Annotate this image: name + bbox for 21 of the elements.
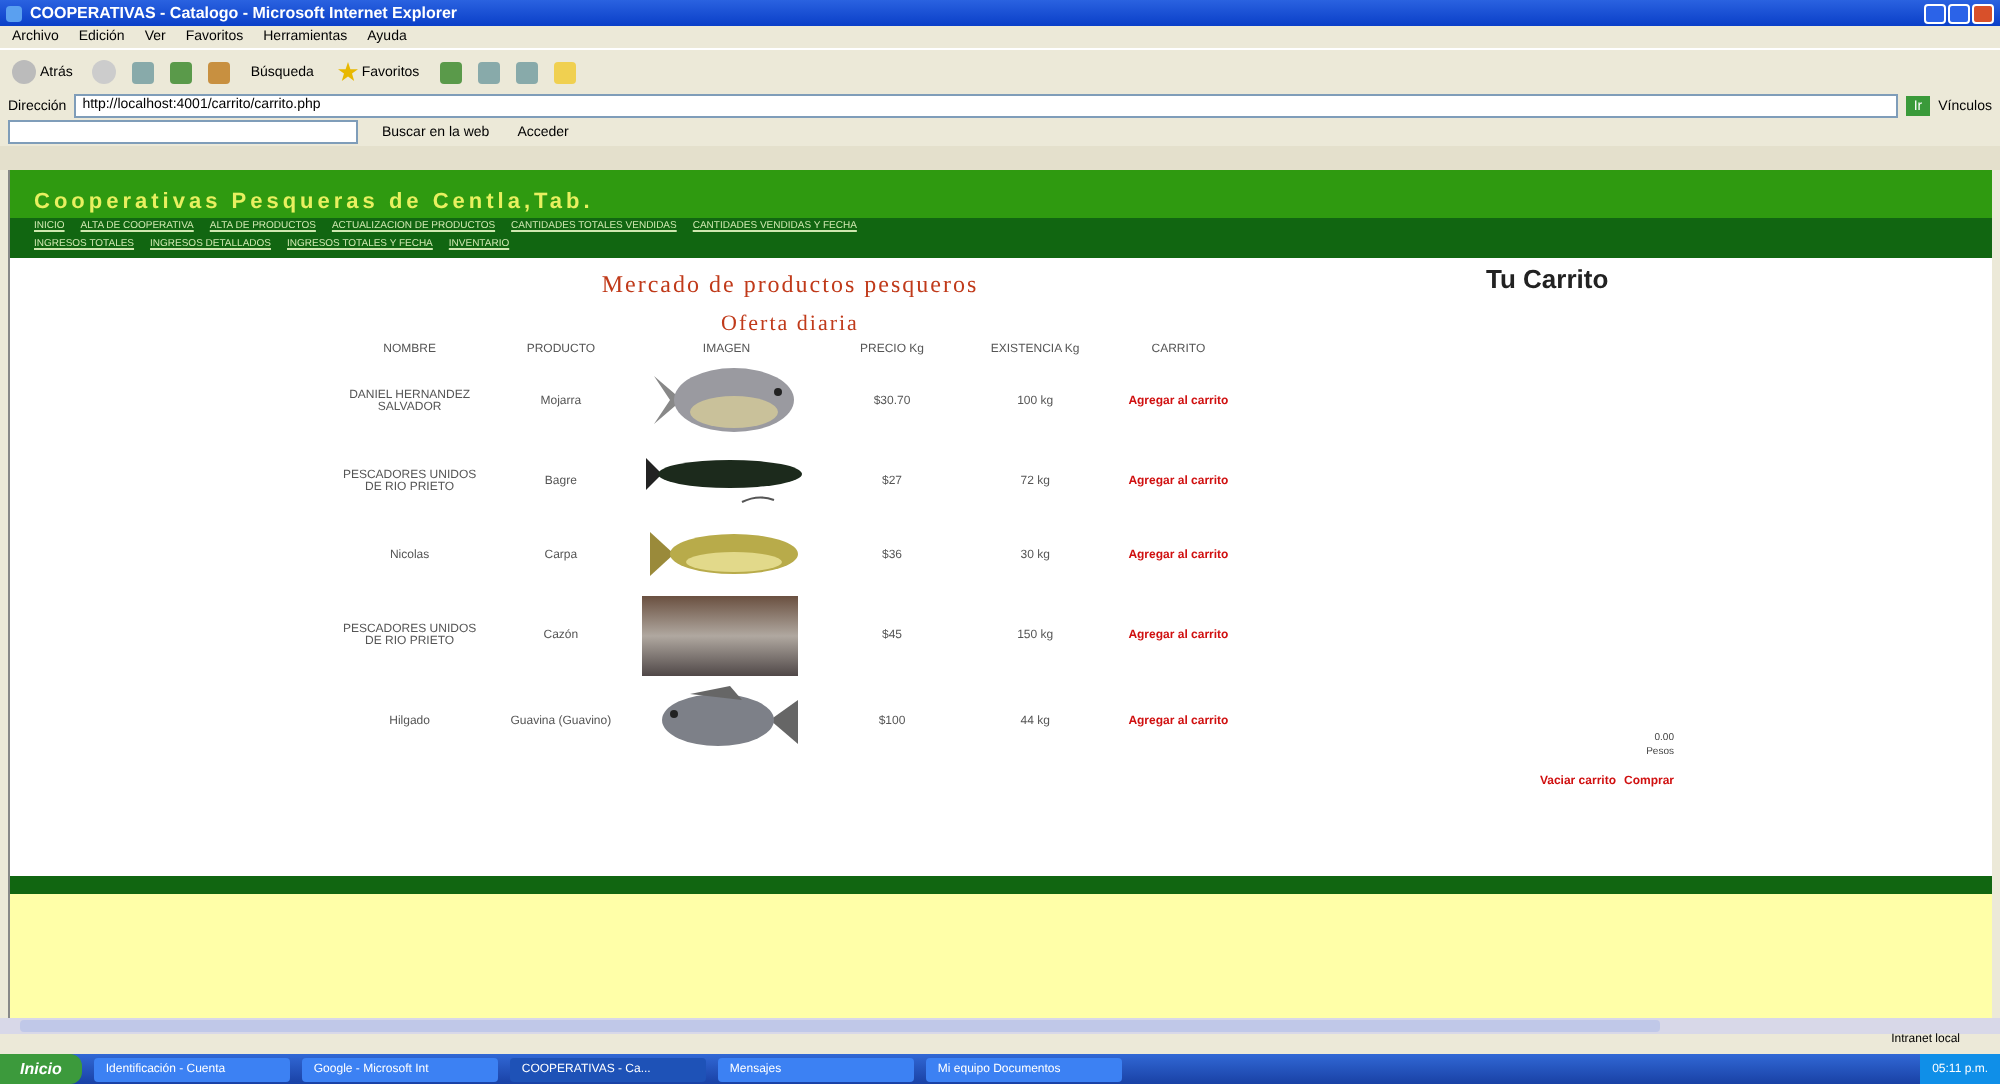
site-title: Cooperativas Pesqueras de Centla,Tab. [34,190,596,214]
folder-icon[interactable] [553,61,576,83]
cart-title: Tu Carrito [1486,264,1609,294]
horizontal-scrollbar[interactable] [0,1018,2000,1034]
home-icon[interactable] [208,61,231,83]
window-title: COOPERATIVAS - Catalogo - Microsoft Internet Explorer [30,4,459,22]
close-button[interactable] [1972,3,1994,23]
star-icon [337,62,358,82]
refresh-icon[interactable] [170,61,193,83]
market-title: Mercado de productos pesqueros [601,270,979,300]
print-icon[interactable] [515,61,538,83]
maximize-button[interactable] [1948,3,1970,23]
start-button[interactable]: Inicio [0,1054,82,1084]
mail-icon[interactable] [477,61,500,83]
history-icon[interactable] [439,61,462,83]
forward-icon[interactable] [92,60,117,84]
minimize-button[interactable] [1924,3,1946,23]
browser-icon [6,5,22,21]
search-field[interactable] [8,120,358,144]
market-subtitle: Oferta diaria [721,312,859,336]
stop-icon[interactable] [132,61,155,83]
